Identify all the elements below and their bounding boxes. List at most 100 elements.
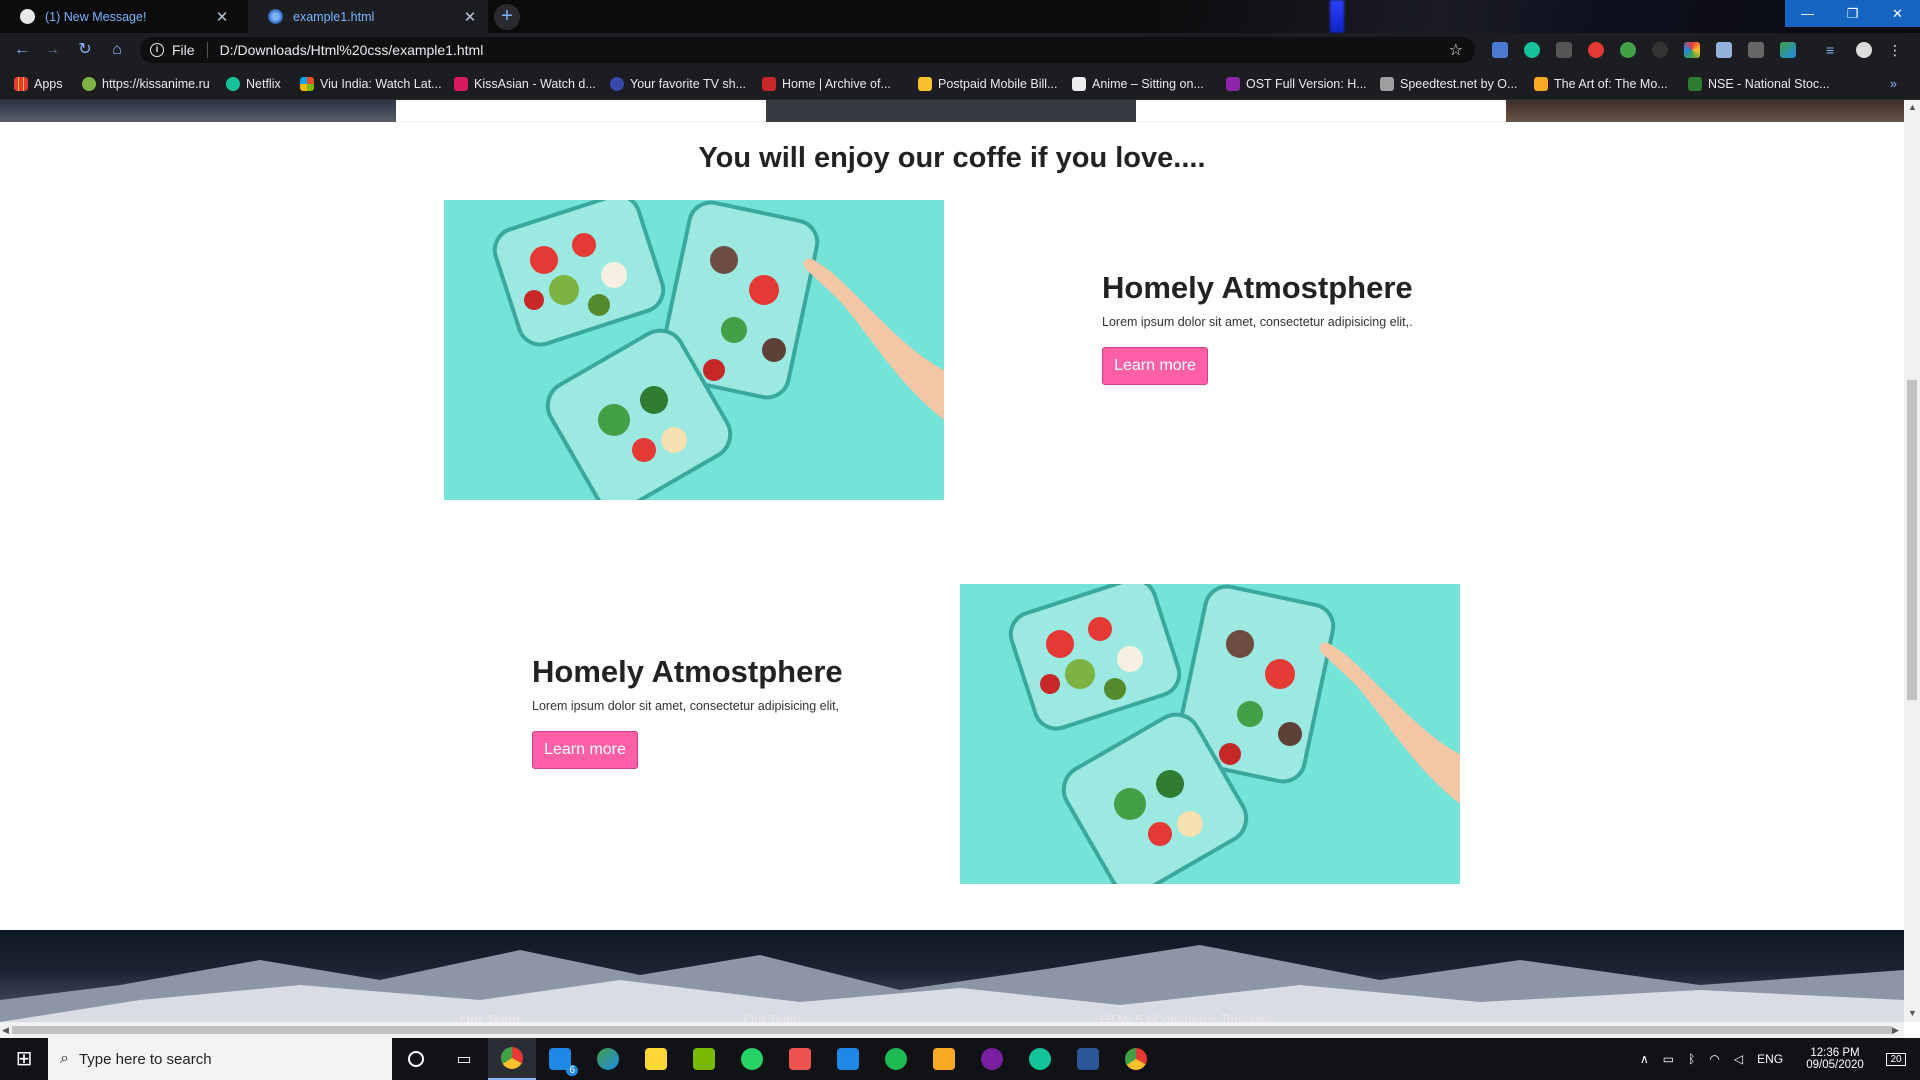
- volume-icon[interactable]: ◁: [1734, 1052, 1743, 1066]
- chrome-taskbar-icon[interactable]: [488, 1038, 536, 1080]
- close-window-button[interactable]: ✕: [1875, 0, 1920, 27]
- bookmark-star-icon[interactable]: ☆: [1449, 40, 1463, 60]
- bookmark-archive[interactable]: Home | Archive of...: [762, 67, 891, 100]
- taskbar-search-box[interactable]: ⌕ Type here to search: [48, 1038, 392, 1080]
- store-taskbar-icon[interactable]: [824, 1038, 872, 1080]
- scroll-down-icon[interactable]: ▼: [1908, 1008, 1917, 1018]
- bookmark-anime[interactable]: Anime – Sitting on...: [1072, 67, 1204, 100]
- divider: [206, 42, 208, 58]
- bookmark-tv-shows[interactable]: Your favorite TV sh...: [610, 67, 746, 100]
- browser-toolbar: ← → ↻ ⌂ i File D:/Downloads/Html%20css/e…: [0, 33, 1920, 67]
- close-icon[interactable]: ✕: [214, 8, 230, 26]
- language-indicator[interactable]: ENG: [1757, 1052, 1783, 1066]
- edge-taskbar-icon[interactable]: [584, 1038, 632, 1080]
- player-taskbar-icon[interactable]: [632, 1038, 680, 1080]
- wifi-icon[interactable]: ◠: [1709, 1052, 1719, 1066]
- scrollbar-thumb[interactable]: [12, 1026, 1892, 1034]
- drive-extension-icon[interactable]: [1780, 42, 1796, 58]
- url-text[interactable]: D:/Downloads/Html%20css/example1.html: [220, 42, 484, 58]
- bookmark-ost[interactable]: OST Full Version: H...: [1226, 67, 1367, 100]
- tab-favicon-icon: [20, 9, 35, 24]
- minimize-button[interactable]: —: [1785, 0, 1830, 27]
- tray-overflow-icon[interactable]: ∧: [1640, 1052, 1649, 1066]
- battery-icon[interactable]: ▭: [1663, 1052, 1674, 1066]
- disabled-extension-icon[interactable]: [1652, 42, 1668, 58]
- footer-link[interactable]: Our Team: [744, 1012, 801, 1022]
- tab-strip: (1) New Message! ✕ example1.html ✕ + — ❐…: [0, 0, 1920, 33]
- close-icon[interactable]: ✕: [462, 8, 478, 26]
- adblock-extension-icon[interactable]: [1588, 42, 1604, 58]
- nvidia-taskbar-icon[interactable]: [680, 1038, 728, 1080]
- spotify-taskbar-icon[interactable]: [872, 1038, 920, 1080]
- grammarly-extension-icon[interactable]: [1524, 42, 1540, 58]
- apps-grid-icon: [14, 76, 28, 91]
- notification-count: 20: [1886, 1052, 1906, 1066]
- bookmark-label: OST Full Version: H...: [1246, 76, 1367, 91]
- file-explorer-taskbar-icon[interactable]: [920, 1038, 968, 1080]
- info-icon[interactable]: i: [150, 43, 164, 57]
- bookmark-label: Speedtest.net by O...: [1400, 76, 1518, 91]
- bookmark-kissanime[interactable]: https://kissanime.ru: [82, 67, 210, 100]
- color-extension-icon[interactable]: [1684, 42, 1700, 58]
- scrollbar-thumb[interactable]: [1907, 380, 1917, 700]
- bookmark-viu[interactable]: Viu India: Watch Lat...: [300, 67, 442, 100]
- restore-button[interactable]: ❐: [1830, 0, 1875, 27]
- profile-avatar[interactable]: [1856, 42, 1872, 58]
- scroll-up-icon[interactable]: ▲: [1908, 102, 1917, 112]
- scroll-right-icon[interactable]: ▶: [1892, 1025, 1899, 1036]
- podcast-taskbar-icon[interactable]: [968, 1038, 1016, 1080]
- extension-icon[interactable]: [1748, 42, 1764, 58]
- cortana-icon[interactable]: [392, 1038, 440, 1080]
- bookmark-art-of[interactable]: The Art of: The Mo...: [1534, 67, 1668, 100]
- bookmark-postpaid[interactable]: Postpaid Mobile Bill...: [918, 67, 1058, 100]
- new-tab-button[interactable]: +: [494, 4, 520, 30]
- word-taskbar-icon[interactable]: [1064, 1038, 1112, 1080]
- vertical-scrollbar[interactable]: ▲ ▼: [1904, 100, 1920, 1022]
- bluetooth-icon[interactable]: ᛒ: [1688, 1052, 1695, 1066]
- bookmark-speedtest[interactable]: Speedtest.net by O...: [1380, 67, 1517, 100]
- pen-icon: [1072, 76, 1086, 91]
- refresh-extension-icon[interactable]: [1620, 42, 1636, 58]
- back-arrow-icon[interactable]: ←: [12, 40, 32, 60]
- forward-arrow-icon[interactable]: →: [42, 40, 62, 60]
- learn-more-button[interactable]: Learn more: [532, 731, 638, 769]
- microsoft-icon: [300, 76, 314, 91]
- menu-kebab-icon[interactable]: ⋮: [1888, 42, 1904, 58]
- bookmark-apps[interactable]: Apps: [14, 67, 63, 100]
- reading-list-icon[interactable]: ≡: [1826, 42, 1842, 58]
- salad-image: [444, 200, 944, 500]
- bookmarks-overflow-button[interactable]: »: [1890, 67, 1897, 100]
- bookmark-kissasian[interactable]: KissAsian - Watch d...: [454, 67, 596, 100]
- horizontal-scrollbar[interactable]: ◀ ▶: [0, 1022, 1904, 1038]
- bookmark-netflix[interactable]: Netflix: [226, 67, 281, 100]
- whatsapp-taskbar-icon[interactable]: [728, 1038, 776, 1080]
- section-heading: You will enjoy our coffe if you love....: [698, 142, 1206, 174]
- pdf-extension-icon[interactable]: [1556, 42, 1572, 58]
- mail-taskbar-icon[interactable]: 6: [536, 1038, 584, 1080]
- search-placeholder: Type here to search: [78, 1050, 212, 1068]
- footer-link[interactable]: Our Team: [460, 1012, 520, 1022]
- bookmark-nse[interactable]: NSE - National Stoc...: [1688, 67, 1830, 100]
- grammarly-taskbar-icon[interactable]: [1016, 1038, 1064, 1080]
- tab-new-message[interactable]: (1) New Message! ✕: [0, 0, 240, 33]
- clock-date: 09/05/2020: [1806, 1059, 1864, 1071]
- chrome-alt-taskbar-icon[interactable]: [1112, 1038, 1160, 1080]
- scroll-left-icon[interactable]: ◀: [2, 1025, 9, 1036]
- postpaid-icon: [918, 76, 932, 91]
- clock[interactable]: 12:36 PM 09/05/2020: [1800, 1038, 1870, 1080]
- home-icon[interactable]: ⌂: [107, 40, 127, 60]
- reload-icon[interactable]: ↻: [75, 40, 95, 60]
- translate-extension-icon[interactable]: [1492, 42, 1508, 58]
- windows-start-icon[interactable]: ⊞: [0, 1038, 48, 1080]
- tab-example1[interactable]: example1.html ✕: [248, 0, 488, 33]
- hero-image-strip: [1506, 100, 1904, 122]
- notifications-button[interactable]: 20: [1878, 1038, 1914, 1080]
- footer-link[interactable]: HTML5 eCommerce Template: [1100, 1012, 1273, 1022]
- address-bar[interactable]: i File D:/Downloads/Html%20css/example1.…: [140, 37, 1475, 63]
- app-taskbar-icon[interactable]: [776, 1038, 824, 1080]
- screenshot-extension-icon[interactable]: [1716, 42, 1732, 58]
- task-view-icon[interactable]: ▭: [440, 1038, 488, 1080]
- bookmark-label: Home | Archive of...: [782, 76, 891, 91]
- learn-more-button[interactable]: Learn more: [1102, 347, 1208, 385]
- archive-icon: [762, 76, 776, 91]
